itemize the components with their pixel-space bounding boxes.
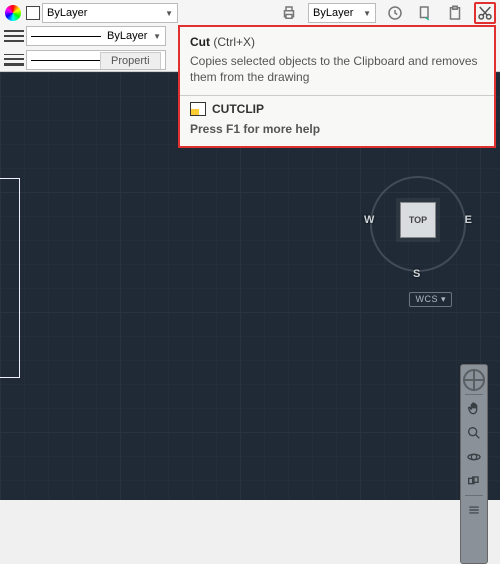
cut-tooltip: Cut (Ctrl+X) Copies selected objects to … (178, 25, 496, 148)
color-swatch[interactable] (26, 6, 40, 20)
chevron-down-icon: ▼ (165, 9, 173, 18)
compass-west[interactable]: W (364, 214, 374, 226)
panel-title[interactable]: Properti (100, 52, 161, 69)
zoom-button[interactable] (463, 422, 485, 444)
hand-icon (466, 401, 482, 417)
navigation-bar (460, 364, 488, 564)
tooltip-description: Copies selected objects to the Clipboard… (190, 53, 484, 85)
linetype-icon[interactable] (4, 26, 24, 46)
compass-south[interactable]: S (413, 268, 420, 280)
orbit-icon (466, 449, 482, 465)
nav-wheel-button[interactable] (463, 369, 485, 391)
steering-wheel-icon (463, 369, 485, 391)
showmotion-button[interactable] (463, 470, 485, 492)
frames-icon (466, 473, 482, 489)
line-sample-icon (31, 60, 101, 61)
tooltip-help: Press F1 for more help (190, 122, 484, 136)
orbit-button[interactable] (463, 446, 485, 468)
toolbar-row-1: ByLayer ▼ ByLayer ▼ (0, 0, 500, 24)
chevron-down-icon: ▼ (363, 9, 371, 18)
color-dropdown[interactable]: ByLayer ▼ (42, 3, 178, 23)
pan-button[interactable] (463, 398, 485, 420)
nav-menu-button[interactable] (463, 499, 485, 521)
chevron-down-icon: ▼ (153, 32, 161, 41)
line-sample-icon (31, 36, 101, 37)
compass-east[interactable]: E (465, 214, 472, 226)
viewcube[interactable]: TOP W E S (358, 164, 478, 284)
color-wheel-icon[interactable] (4, 4, 22, 22)
magnifier-icon (466, 425, 482, 441)
plotstyle-label: ByLayer (313, 7, 353, 19)
tooltip-command: CUTCLIP (190, 102, 484, 116)
linetype-dropdown[interactable]: ByLayer ▼ (26, 26, 166, 46)
color-dropdown-label: ByLayer (47, 7, 87, 19)
wcs-badge[interactable]: WCS ▾ (409, 292, 452, 307)
document-export-icon[interactable] (414, 2, 436, 24)
print-icon[interactable] (278, 2, 300, 24)
lineweight-icon[interactable] (4, 50, 24, 70)
viewcube-top-face[interactable]: TOP (400, 202, 436, 238)
paste-icon[interactable] (444, 2, 466, 24)
command-icon (190, 102, 206, 116)
plotstyle-dropdown[interactable]: ByLayer ▼ (308, 3, 376, 23)
selection-rectangle (0, 178, 20, 378)
divider (180, 95, 494, 96)
linetype-label: ByLayer (107, 30, 147, 42)
cut-button[interactable] (474, 2, 496, 24)
divider (465, 495, 483, 496)
divider (465, 394, 483, 395)
menu-icon (467, 503, 481, 517)
tooltip-title: Cut (Ctrl+X) (190, 35, 484, 49)
clock-icon[interactable] (384, 2, 406, 24)
